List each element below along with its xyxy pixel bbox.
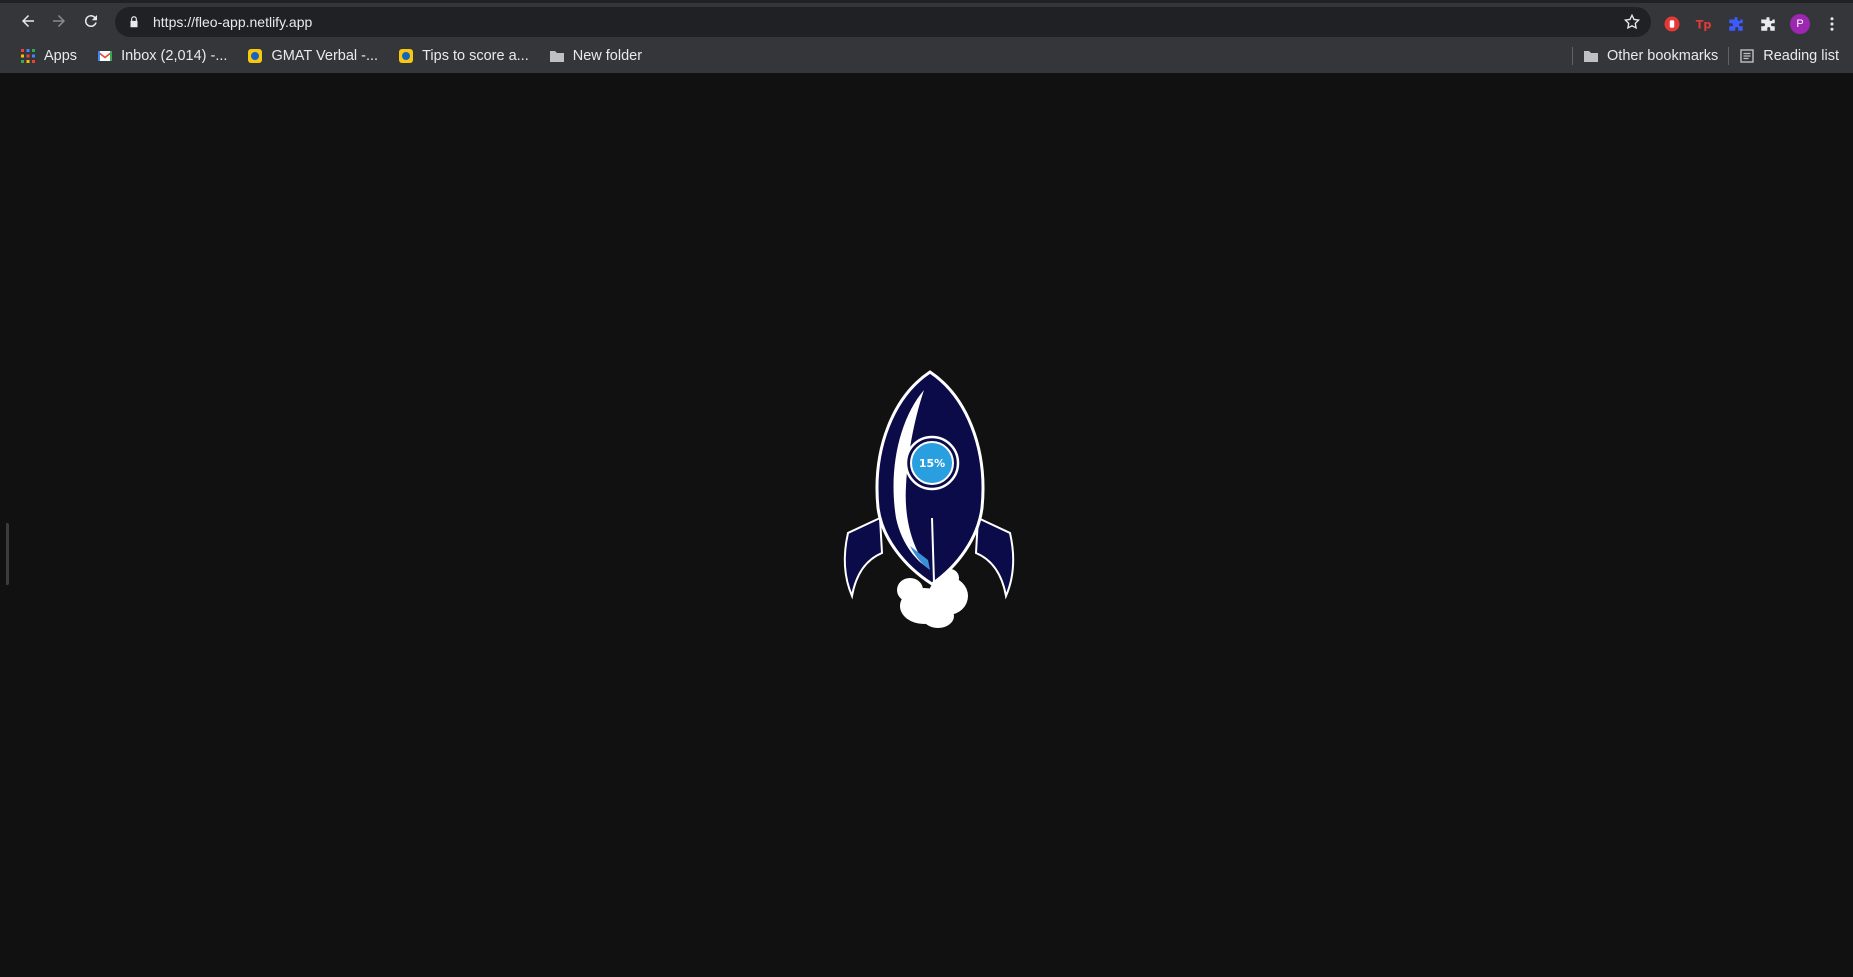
- extensions-button[interactable]: [1755, 11, 1781, 37]
- forward-button[interactable]: [44, 6, 74, 36]
- bookmark-apps[interactable]: Apps: [20, 48, 77, 64]
- divider: [1728, 47, 1730, 65]
- reload-icon: [84, 15, 97, 28]
- bookmark-label: Inbox (2,014) -...: [121, 48, 228, 64]
- bookmarks-right: Other bookmarks Reading list: [1562, 41, 1839, 71]
- rocket-loader: 15%: [843, 370, 1015, 628]
- avatar: P: [1790, 14, 1810, 34]
- lock-icon: [130, 16, 138, 28]
- bookmark-tips[interactable]: Tips to score a...: [398, 48, 529, 64]
- bookmark-label: Apps: [44, 48, 78, 64]
- tp-extension[interactable]: Tp: [1691, 11, 1717, 37]
- stop-hand-icon: [1664, 16, 1680, 32]
- puzzle-blue-icon: [1729, 17, 1743, 31]
- progress-window: 15%: [904, 435, 960, 491]
- toolbar: https://fleo-app.netlify.app Tp P: [0, 3, 1853, 39]
- bookmarks-bar: Apps Inbox (2,014) -... GMAT Verbal -...…: [0, 41, 1853, 71]
- bookmark-site-icon: [399, 49, 414, 63]
- blue-puzzle-extension[interactable]: [1723, 11, 1749, 37]
- folder-icon: [1584, 51, 1599, 62]
- extensions-area: Tp P: [1659, 6, 1853, 42]
- bookmark-star-icon[interactable]: [1623, 13, 1641, 31]
- profile-button[interactable]: P: [1787, 11, 1813, 37]
- folder-icon: [549, 51, 564, 62]
- browser-chrome: https://fleo-app.netlify.app Tp P Apps I…: [0, 0, 1853, 73]
- bookmark-site-icon: [248, 49, 263, 63]
- other-bookmarks-label: Other bookmarks: [1607, 48, 1719, 64]
- bookmark-label: Tips to score a...: [422, 48, 529, 64]
- bookmark-new-folder[interactable]: New folder: [549, 48, 642, 64]
- puzzle-icon: [1761, 17, 1775, 31]
- reading-list-icon: [1740, 49, 1754, 63]
- bookmark-inbox[interactable]: Inbox (2,014) -...: [97, 48, 227, 64]
- svg-text:Tp: Tp: [1696, 19, 1712, 32]
- bookmark-label: GMAT Verbal -...: [271, 48, 379, 64]
- url-text[interactable]: https://fleo-app.netlify.app: [153, 14, 312, 30]
- progress-percentage: 15%: [919, 457, 945, 470]
- divider: [1572, 47, 1574, 65]
- address-bar[interactable]: https://fleo-app.netlify.app: [115, 7, 1651, 37]
- other-bookmarks[interactable]: Other bookmarks: [1583, 48, 1718, 64]
- arrow-left-icon: [22, 15, 34, 27]
- adblock-extension[interactable]: [1659, 11, 1685, 37]
- arrow-right-icon: [53, 15, 65, 27]
- tp-logo-icon: Tp: [1696, 19, 1712, 32]
- side-panel-handle[interactable]: [6, 523, 9, 585]
- gmail-icon: [98, 51, 113, 61]
- reading-list-label: Reading list: [1763, 48, 1839, 64]
- reading-list[interactable]: Reading list: [1739, 48, 1839, 64]
- bookmark-label: New folder: [572, 48, 643, 64]
- apps-grid-icon: [21, 49, 35, 63]
- menu-button[interactable]: [1819, 11, 1845, 37]
- reload-button[interactable]: [76, 6, 106, 36]
- kebab-menu-icon: [1830, 17, 1834, 31]
- back-button[interactable]: [13, 6, 43, 36]
- bookmark-gmat-verbal[interactable]: GMAT Verbal -...: [247, 48, 378, 64]
